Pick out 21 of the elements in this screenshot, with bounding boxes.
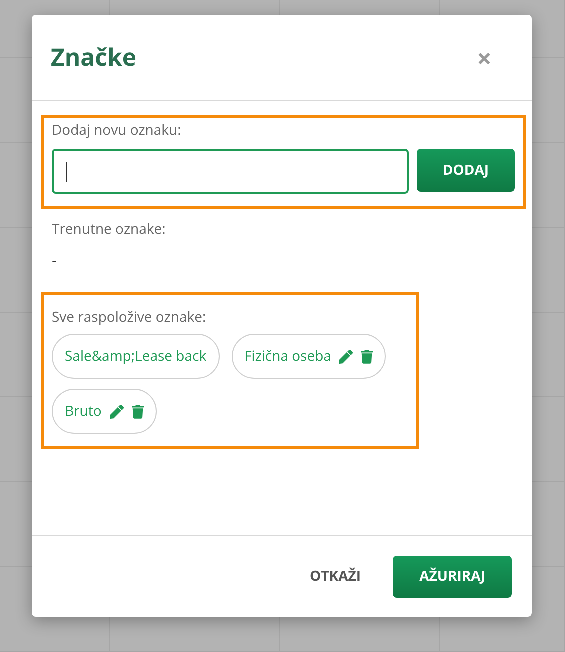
section-label: Trenutne oznake: bbox=[52, 219, 167, 240]
section-label: Sve raspoložive oznake: bbox=[52, 307, 208, 328]
tag-label: Bruto bbox=[65, 401, 102, 422]
delete-icon[interactable] bbox=[361, 350, 374, 364]
delete-icon[interactable] bbox=[132, 404, 144, 418]
tag-chip[interactable]: Fizična oseba bbox=[232, 334, 386, 379]
text-cursor bbox=[66, 162, 67, 182]
tag-label: Fizična oseba bbox=[244, 346, 332, 367]
tag-chip[interactable]: Sale&amp;Lease back bbox=[52, 334, 220, 379]
cancel-button[interactable]: OTKAŽI bbox=[310, 566, 361, 587]
field-label: Dodaj novu oznaku: bbox=[52, 120, 182, 141]
update-button[interactable]: AŽURIRAJ bbox=[393, 556, 512, 598]
close-button[interactable]: × bbox=[477, 44, 492, 70]
tag-chip[interactable]: Bruto bbox=[52, 389, 157, 434]
edit-icon[interactable] bbox=[339, 350, 354, 364]
add-button[interactable]: DODAJ bbox=[417, 149, 515, 192]
tag-label: Sale&amp;Lease back bbox=[65, 346, 207, 367]
edit-icon[interactable] bbox=[110, 404, 124, 418]
current-tags-value: - bbox=[52, 248, 58, 272]
dialog-title: Značke bbox=[51, 40, 137, 76]
input-field[interactable] bbox=[52, 149, 409, 194]
